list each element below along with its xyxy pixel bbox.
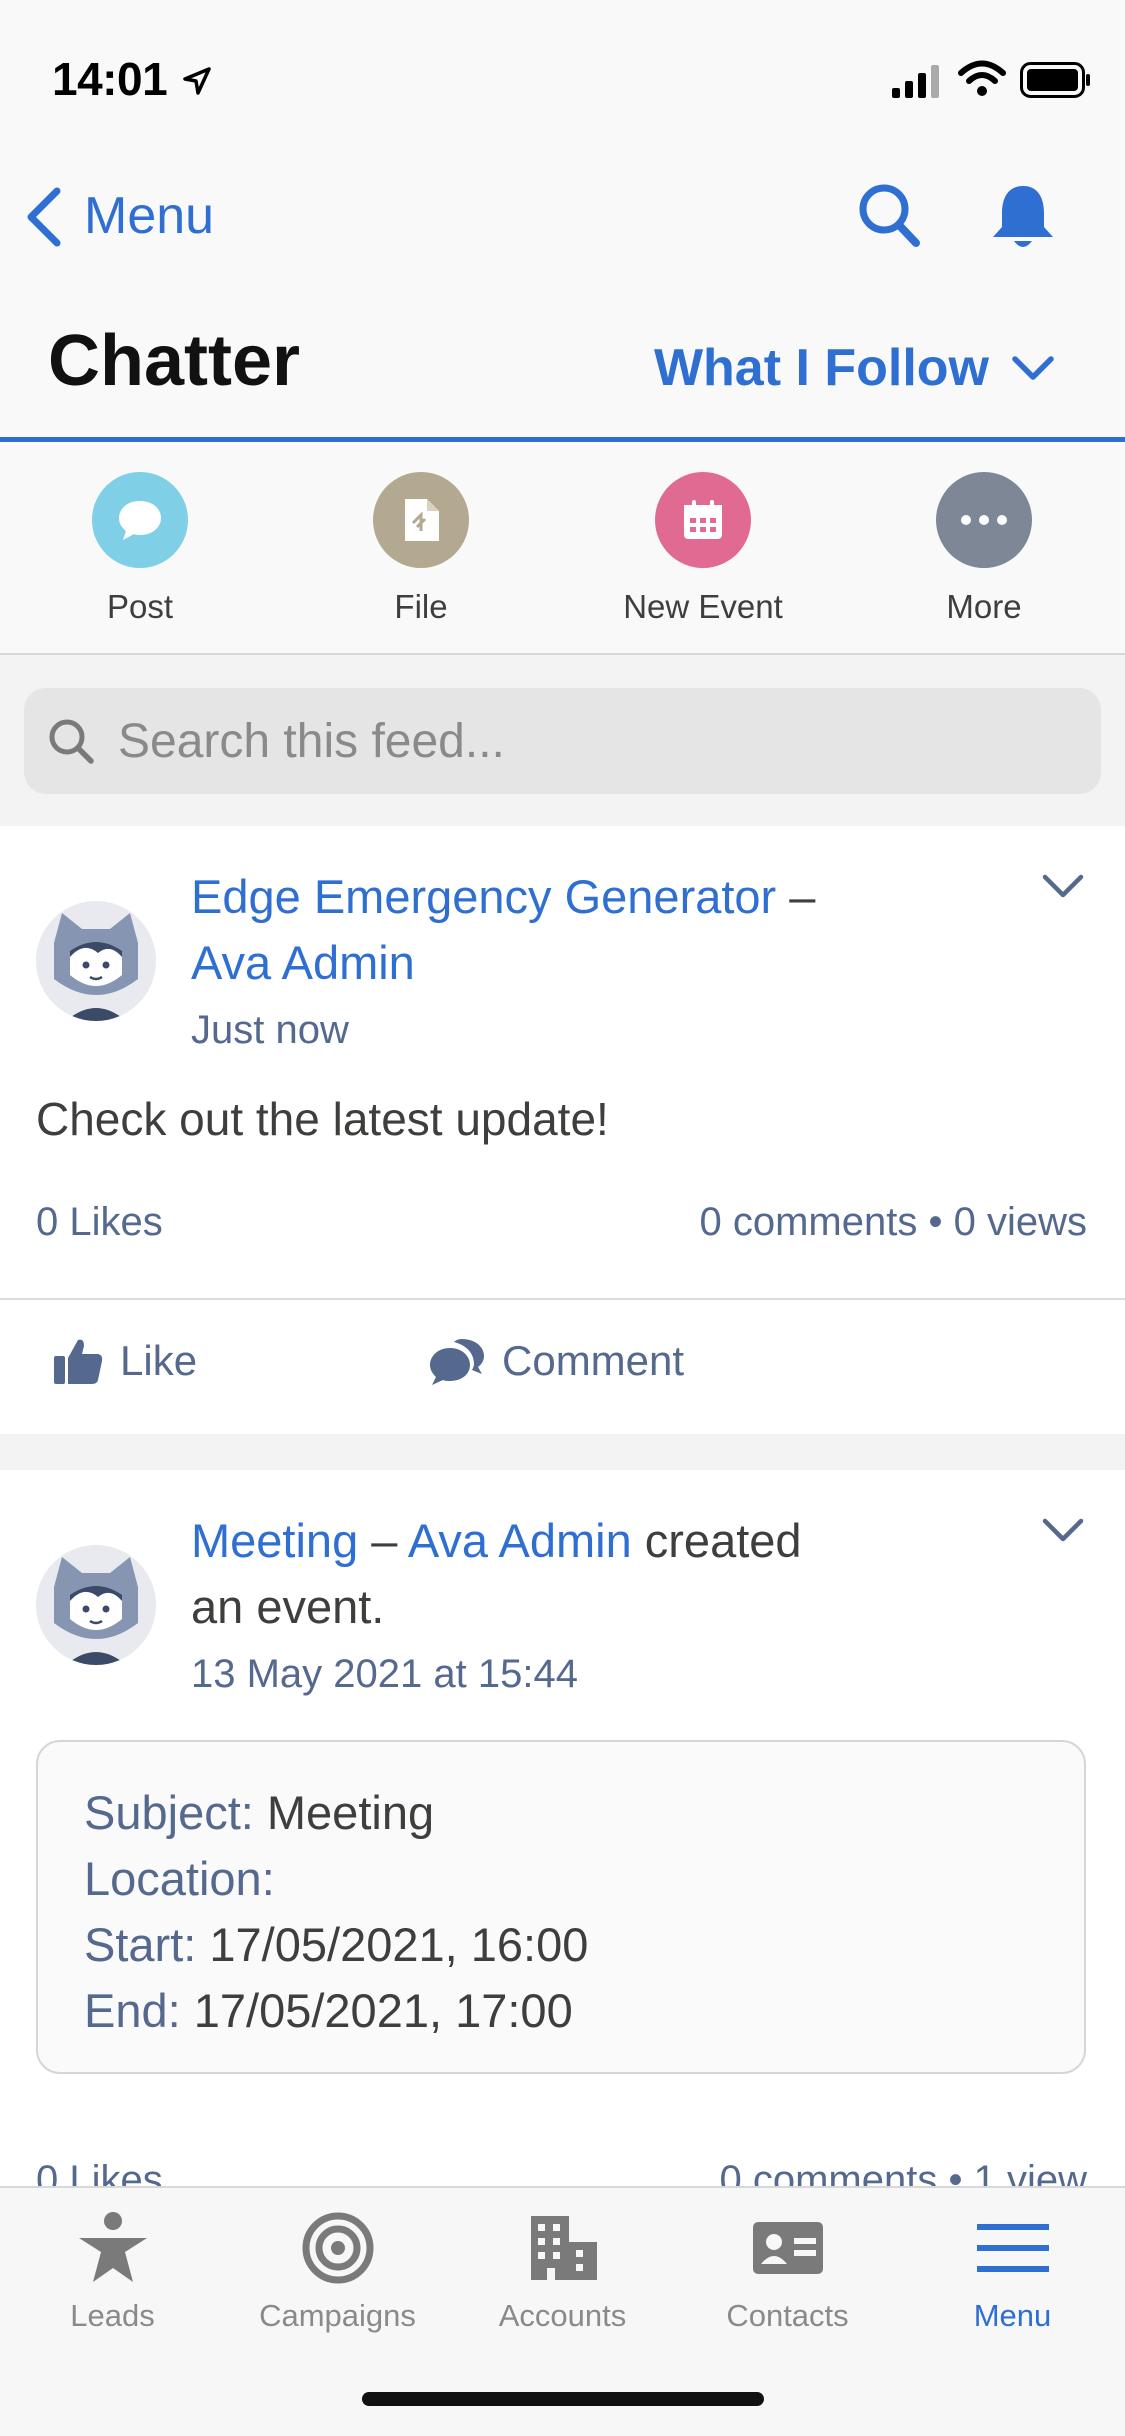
tab-menu[interactable]: Menu: [900, 2210, 1125, 2334]
feed-filter-label: What I Follow: [653, 339, 989, 397]
user-avatar-icon: [36, 1545, 156, 1665]
more-icon: [936, 472, 1032, 568]
dot-separator: •: [928, 1200, 943, 1244]
event-location-key: Location:: [84, 1852, 275, 1905]
event-subject-key: Subject:: [84, 1786, 254, 1839]
event-start-key: Start:: [84, 1918, 197, 1971]
action-more[interactable]: More: [884, 472, 1084, 626]
chevron-left-icon[interactable]: [24, 186, 64, 248]
target-icon: [302, 2212, 373, 2284]
file-icon: [373, 472, 469, 568]
location-arrow-icon: [183, 67, 211, 95]
hamburger-menu-icon: [976, 2224, 1049, 2272]
action-post[interactable]: Post: [40, 472, 240, 626]
thumbs-up-icon: [54, 1339, 103, 1384]
battery-icon: [1020, 62, 1090, 98]
event-end-row: End: 17/05/2021, 17:00: [84, 1978, 1038, 2044]
divider: [0, 1298, 1125, 1300]
comments-views: 0 comments • 0 views: [699, 1200, 1087, 1245]
action-new-event-label: New Event: [623, 588, 783, 625]
author-link[interactable]: Ava Admin: [408, 1514, 632, 1567]
tab-accounts-label: Accounts: [498, 2298, 627, 2333]
chat-bubble-icon: [92, 472, 188, 568]
comment-button[interactable]: Comment: [428, 1336, 684, 1386]
comment-bubbles-icon: [430, 1339, 484, 1385]
leads-icon: [78, 2212, 147, 2282]
contact-card-icon: [752, 2222, 823, 2274]
tab-campaigns-label: Campaigns: [259, 2298, 416, 2333]
avatar[interactable]: [36, 901, 156, 1021]
building-icon: [530, 2216, 597, 2280]
like-label: Like: [120, 1337, 198, 1384]
avatar[interactable]: [36, 1545, 156, 1665]
separator: –: [371, 1514, 398, 1567]
record-link[interactable]: Edge Emergency Generator: [191, 870, 776, 923]
record-link[interactable]: Meeting: [191, 1514, 358, 1567]
event-subject-row: Subject: Meeting: [84, 1780, 1038, 1846]
tab-leads[interactable]: Leads: [0, 2210, 225, 2334]
action-more-label: More: [946, 588, 1022, 625]
comments-count[interactable]: 0 comments: [699, 1200, 917, 1244]
likes-count[interactable]: 0 Likes: [36, 1200, 163, 1245]
back-menu-button[interactable]: Menu: [84, 186, 214, 246]
feed-search-bar[interactable]: [24, 688, 1101, 794]
tab-leads-label: Leads: [70, 2298, 155, 2333]
action-new-event[interactable]: New Event: [603, 472, 803, 626]
status-time: 14:01: [52, 53, 168, 105]
event-end-value: 17/05/2021, 17:00: [193, 1984, 573, 2037]
event-end-key: End:: [84, 1984, 181, 2037]
tab-menu-label: Menu: [973, 2298, 1052, 2333]
wifi-icon: [958, 60, 1006, 96]
author-link[interactable]: Ava Admin: [191, 936, 415, 989]
tab-accounts[interactable]: Accounts: [450, 2210, 675, 2334]
event-location-row: Location:: [84, 1846, 1038, 1912]
like-button[interactable]: Like: [52, 1336, 197, 1386]
event-subject-value: Meeting: [266, 1786, 435, 1839]
tab-contacts-label: Contacts: [726, 2298, 849, 2333]
feed-filter-dropdown[interactable]: What I Follow: [654, 338, 1055, 398]
chevron-down-icon[interactable]: [1041, 872, 1085, 900]
chevron-down-icon[interactable]: [1041, 1516, 1085, 1544]
comment-label: Comment: [502, 1337, 685, 1384]
tab-contacts[interactable]: Contacts: [675, 2210, 900, 2334]
separator: –: [789, 870, 816, 923]
post-body: Check out the latest update!: [36, 1093, 609, 1145]
cellular-signal-icon: [892, 65, 939, 98]
status-bar: 14:01: [0, 0, 1125, 150]
action-post-label: Post: [106, 588, 174, 625]
action-file[interactable]: File: [321, 472, 521, 626]
tab-campaigns[interactable]: Campaigns: [225, 2210, 450, 2334]
event-start-value: 17/05/2021, 16:00: [209, 1918, 589, 1971]
post-timestamp: 13 May 2021 at 15:44: [191, 1652, 578, 1696]
search-icon: [49, 719, 94, 764]
post-timestamp: Just now: [191, 1008, 349, 1052]
chevron-down-icon: [1012, 356, 1054, 380]
search-icon[interactable]: [858, 183, 922, 249]
event-details-box[interactable]: Subject: Meeting Location: Start: 17/05/…: [36, 1740, 1086, 2074]
action-file-label: File: [394, 588, 448, 625]
feed-search-input[interactable]: [116, 712, 1020, 770]
views-count: 0 views: [953, 1200, 1087, 1244]
home-indicator[interactable]: [362, 2392, 764, 2406]
publisher-actions: Post File New Event More: [0, 442, 1125, 655]
post-header: Edge Emergency Generator – Ava Admin: [191, 864, 971, 996]
action-text-cont: an event.: [191, 1580, 385, 1633]
event-start-row: Start: 17/05/2021, 16:00: [84, 1912, 1038, 1978]
bell-icon[interactable]: [990, 183, 1056, 253]
feed-item: Edge Emergency Generator – Ava Admin Jus…: [0, 826, 1125, 1434]
post-header: Meeting – Ava Admin created an event.: [191, 1508, 971, 1640]
calendar-icon: [655, 472, 751, 568]
page-title: Chatter: [48, 321, 301, 401]
user-avatar-icon: [36, 901, 156, 1021]
action-text: created: [644, 1514, 802, 1567]
